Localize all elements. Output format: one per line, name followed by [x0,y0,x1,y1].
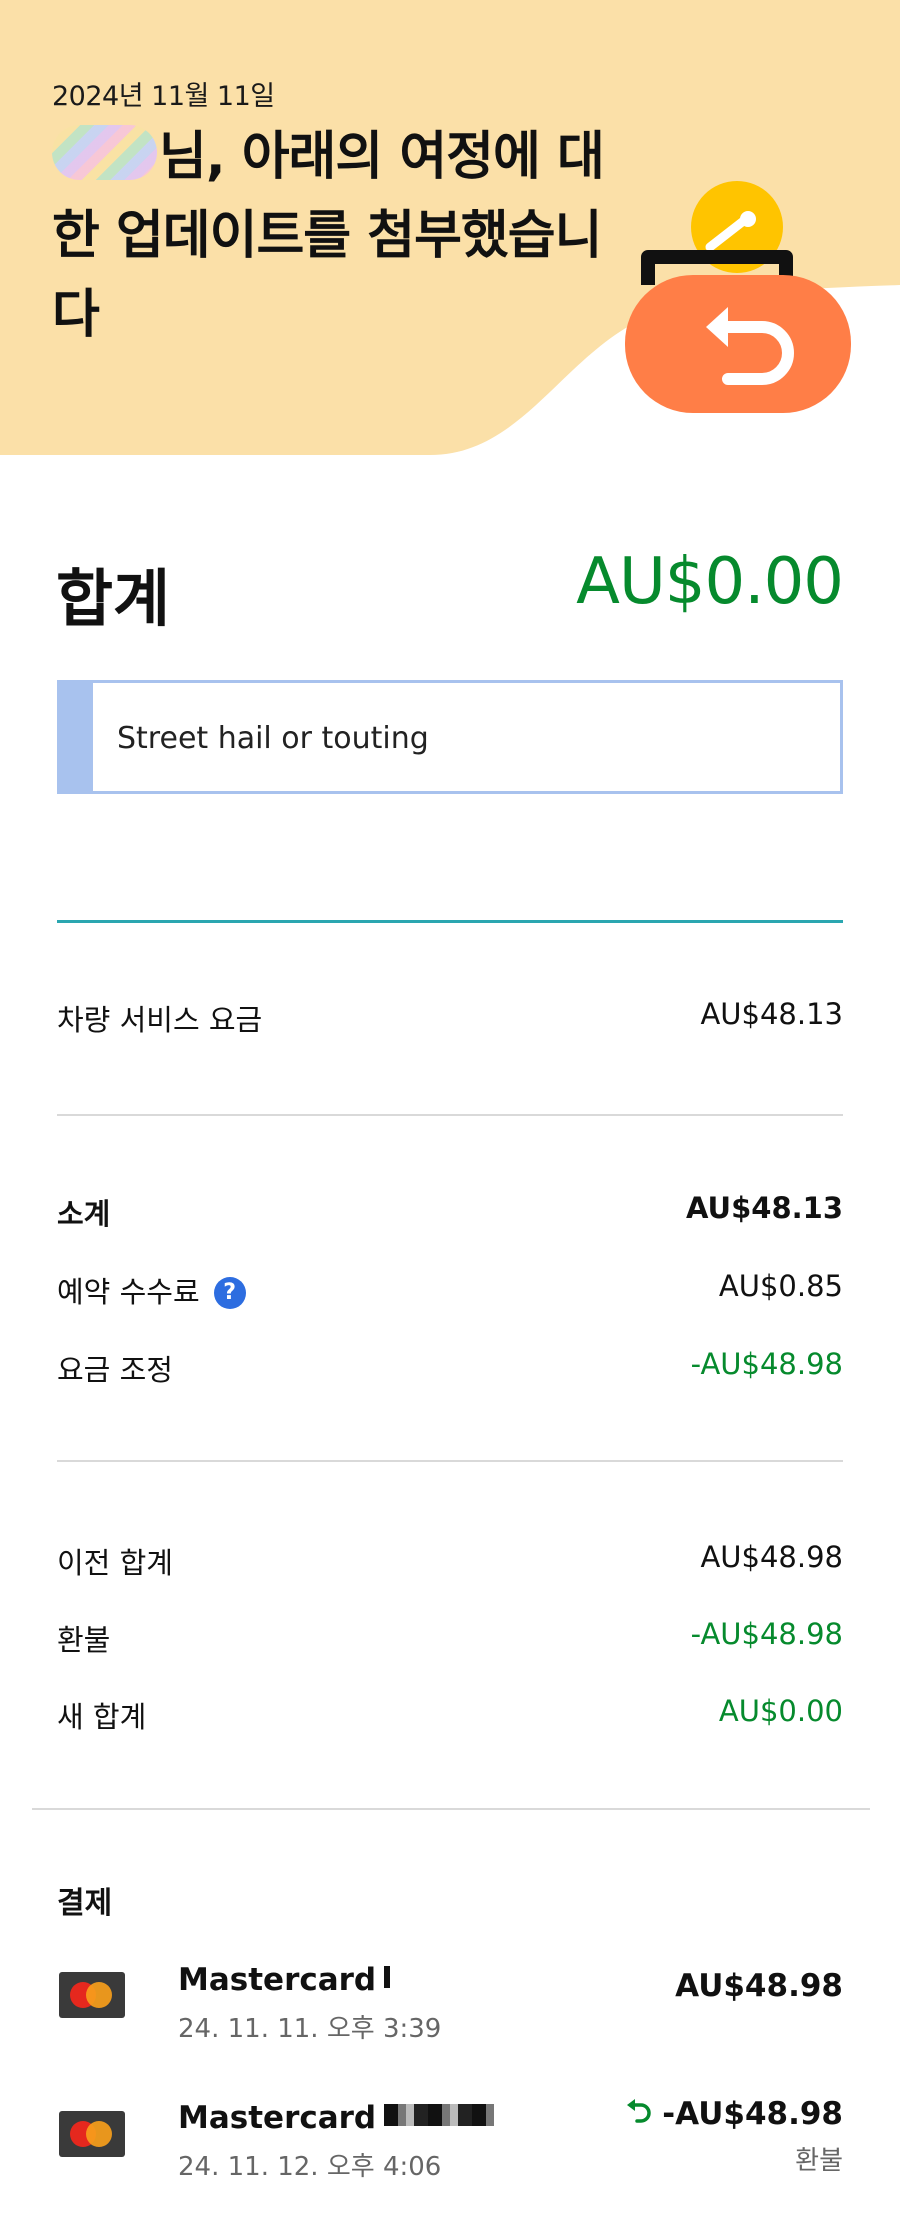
refund-value: -AU$48.98 [690,1617,843,1651]
redacted-name [52,125,157,180]
receipt-date: 2024년 11월 11일 [52,81,275,112]
subtotal-value: AU$48.13 [685,1191,843,1225]
refund-amount: -AU$48.98 [624,2096,843,2132]
notice-text: Street hail or touting [117,721,429,756]
card-name-text: Mastercard [178,1962,377,1998]
subtotal-label: 소계 [57,1197,111,1231]
new-total-value: AU$0.00 [718,1694,843,1728]
total-label: 합계 [56,562,171,635]
total-value: AU$0.00 [576,545,844,619]
payment-card-name: Mastercard [178,1962,391,1998]
previous-total-label: 이전 합계 [57,1546,173,1580]
fare-adjustment-label: 요금 조정 [57,1353,173,1387]
refund-card-name: Mastercard [178,2100,495,2136]
fare-value: AU$48.13 [700,997,843,1031]
masked-card-number [384,2104,495,2126]
payment-amount: AU$48.98 [675,1968,843,2004]
question-circle-icon[interactable]: ? [213,1277,246,1309]
fare-label: 차량 서비스 요금 [57,1003,263,1037]
masked-card-number [384,1966,391,1988]
refund-date: 24. 11. 12. 오후 4:06 [178,2152,442,2182]
booking-fee-value: AU$0.85 [718,1269,843,1303]
refund-note: 환불 [795,2146,843,2176]
wallet-refund-icon [625,181,851,413]
refund-arrow-icon [627,2099,651,2123]
hero-banner: 2024년 11월 11일 님, 아래의 여정에 대한 업데이트를 첨부했습니다 [0,0,900,455]
adjustment-notice: Street hail or touting [57,680,843,794]
payments-title: 결제 [57,1886,113,1921]
hero-title: 님, 아래의 여정에 대한 업데이트를 첨부했습니다 [52,118,612,355]
payment-date: 24. 11. 11. 오후 3:39 [178,2014,442,2044]
mastercard-icon [59,2111,125,2157]
new-total-label: 새 합계 [57,1700,147,1734]
previous-total-value: AU$48.98 [700,1540,843,1574]
fare-adjustment-value: -AU$48.98 [690,1347,843,1381]
refund-label: 환불 [57,1623,111,1657]
divider [57,1460,843,1462]
notice-accent-bar [60,683,93,791]
booking-fee-row: 예약 수수료? [57,1269,246,1311]
card-name-text: Mastercard [178,2100,377,2136]
booking-fee-label: 예약 수수료 [57,1275,200,1309]
section-divider [57,920,843,923]
refund-amount-text: -AU$48.98 [662,2096,843,2132]
mastercard-icon [59,1972,125,2018]
divider [57,1114,843,1116]
divider [32,1808,870,1810]
